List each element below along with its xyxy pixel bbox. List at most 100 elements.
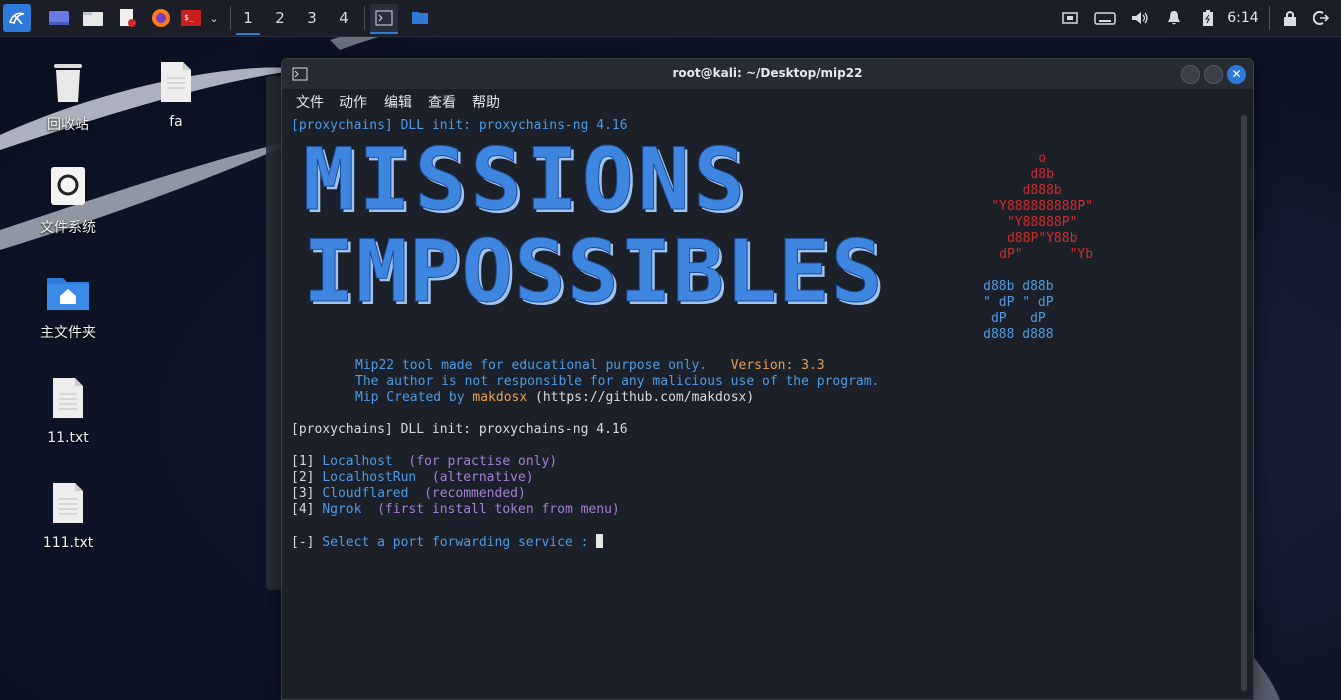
info-line-2: The author is not responsible for any ma… (355, 374, 880, 389)
option-number: [2] (291, 470, 315, 485)
minimize-button[interactable] (1181, 65, 1200, 84)
desktop-icon-label: 11.txt (47, 430, 89, 446)
text-editor-launcher[interactable] (114, 4, 140, 32)
terminal-scrollbar[interactable] (1241, 115, 1247, 691)
option-name: LocalhostRun (322, 470, 417, 485)
window-title: root@kali: ~/Desktop/mip22 (672, 66, 863, 80)
task-file-manager[interactable] (406, 4, 434, 32)
drive-icon (23, 165, 113, 211)
ascii-row: d88P"Y88b (960, 231, 1078, 246)
workspace-label: 2 (275, 9, 285, 27)
ascii-art-red: o d8b d888b "Y888888888P" "Y88888P" d88P… (960, 151, 1093, 263)
taskbar-separator (230, 6, 231, 30)
terminal-red-icon: $_ (181, 10, 201, 26)
file-icon (131, 60, 221, 108)
desktop-icon-filesystem[interactable]: 文件系统 (23, 165, 113, 237)
terminal-titlebar[interactable]: root@kali: ~/Desktop/mip22 ✕ (282, 59, 1253, 89)
svg-text:$_: $_ (184, 13, 194, 22)
ascii-row: d88b d88b (944, 279, 1054, 294)
desktop-icon-fa[interactable]: fa (131, 60, 221, 130)
keyboard-tray[interactable] (1092, 4, 1118, 32)
desktop-icon-label: 111.txt (42, 535, 94, 551)
menu-actions[interactable]: 动作 (339, 92, 367, 112)
desktop-icon (49, 11, 69, 25)
desktop-icon-trash[interactable]: 回收站 (23, 60, 113, 134)
desktop-icon-111txt[interactable]: 111.txt (23, 481, 113, 551)
terminal-launcher[interactable]: $_ (179, 4, 203, 32)
option-row: [3] Cloudflared (recommended) (291, 486, 526, 502)
lock-screen-button[interactable] (1279, 4, 1301, 32)
logout-icon (1313, 11, 1329, 25)
banner-line-1: MISSIONS (302, 137, 749, 224)
option-row: [2] LocalhostRun (alternative) (291, 470, 534, 486)
prompt-text: Select a port forwarding service : (314, 535, 597, 550)
menu-view[interactable]: 查看 (428, 92, 456, 112)
workspace-1[interactable]: 1 (234, 4, 262, 35)
ascii-row: d8b (960, 167, 1054, 182)
ascii-row: dP dP (944, 311, 1046, 326)
workspace-3[interactable]: 3 (298, 4, 326, 32)
desktop-icon-label: fa (169, 114, 183, 130)
volume-icon (1132, 12, 1148, 24)
banner-text: MISSIONS (302, 130, 750, 230)
proxychains-init-line: [proxychains] DLL init: proxychains-ng 4… (291, 422, 628, 437)
clock[interactable]: 6:14 (1224, 4, 1262, 32)
keyboard-icon (1094, 12, 1116, 25)
menu-file[interactable]: 文件 (296, 92, 324, 112)
option-note: (recommended) (424, 486, 526, 501)
firefox-icon (152, 9, 170, 27)
lock-icon (1284, 11, 1296, 26)
maximize-button[interactable] (1204, 65, 1223, 84)
option-row: [1] Localhost (for practise only) (291, 454, 557, 470)
banner-text: IMPOSSIBLES (303, 222, 884, 322)
desktop-icon-label: 回收站 (47, 117, 89, 133)
logout-button[interactable] (1309, 4, 1333, 32)
option-row: [4] Ngrok (first install token from menu… (291, 502, 620, 518)
taskbar: $_ ⌄ 1 2 3 4 6:14 (0, 0, 1341, 37)
option-number: [4] (291, 502, 315, 517)
text-cursor (596, 534, 604, 548)
ascii-row: "Y888888888P" (960, 199, 1094, 214)
desktop-icon-11txt[interactable]: 11.txt (23, 376, 113, 446)
ascii-row: d888b (960, 183, 1062, 198)
option-note: (alternative) (431, 470, 534, 485)
bell-icon (1168, 11, 1180, 25)
battery-icon (1203, 10, 1213, 26)
menu-help[interactable]: 帮助 (472, 92, 500, 112)
option-number: [1] (291, 454, 315, 469)
workspace-4[interactable]: 4 (330, 4, 358, 32)
info-line-1: Mip22 tool made for educational purpose … (355, 358, 825, 374)
input-prompt[interactable]: [-] Select a port forwarding service : (291, 534, 604, 551)
desktop-icon-home[interactable]: 主文件夹 (23, 272, 113, 342)
option-number: [3] (291, 486, 315, 501)
launcher-dropdown[interactable]: ⌄ (204, 4, 224, 32)
home-folder-icon (23, 272, 113, 316)
task-terminal[interactable] (370, 4, 398, 34)
ascii-art-blue: d88b d88b " dP " dP dP dP d888 d888 (944, 279, 1054, 343)
terminal-output[interactable]: [proxychains] DLL init: proxychains-ng 4… (291, 117, 1231, 687)
text-file-icon (23, 376, 113, 424)
volume-tray[interactable] (1128, 4, 1152, 32)
firefox-launcher[interactable] (148, 4, 174, 32)
ascii-row: dP" "Yb (960, 247, 1094, 262)
text-file-icon (23, 481, 113, 529)
kali-menu-button[interactable] (3, 4, 31, 32)
taskbar-separator (364, 6, 365, 30)
info-text: Mip Created by (355, 390, 473, 405)
notifications-tray[interactable] (1163, 4, 1185, 32)
terminal-menubar: 文件 动作 编辑 查看 帮助 (282, 89, 1253, 113)
network-tray[interactable] (1058, 4, 1082, 32)
close-button[interactable]: ✕ (1227, 65, 1246, 84)
author-name: makdosx (472, 390, 528, 405)
file-manager-launcher[interactable] (80, 4, 106, 32)
info-line-3: Mip Created by makdosx (https://github.c… (355, 390, 754, 406)
taskbar-separator (1269, 6, 1270, 30)
show-desktop-button[interactable] (46, 4, 72, 32)
menu-edit[interactable]: 编辑 (384, 92, 412, 112)
workspace-label: 1 (243, 9, 253, 27)
option-name: Localhost (322, 454, 393, 469)
battery-tray[interactable] (1197, 4, 1219, 32)
banner-line-2: IMPOSSIBLES (303, 229, 884, 316)
workspace-2[interactable]: 2 (266, 4, 294, 32)
desktop-icon-label: 文件系统 (40, 220, 96, 236)
